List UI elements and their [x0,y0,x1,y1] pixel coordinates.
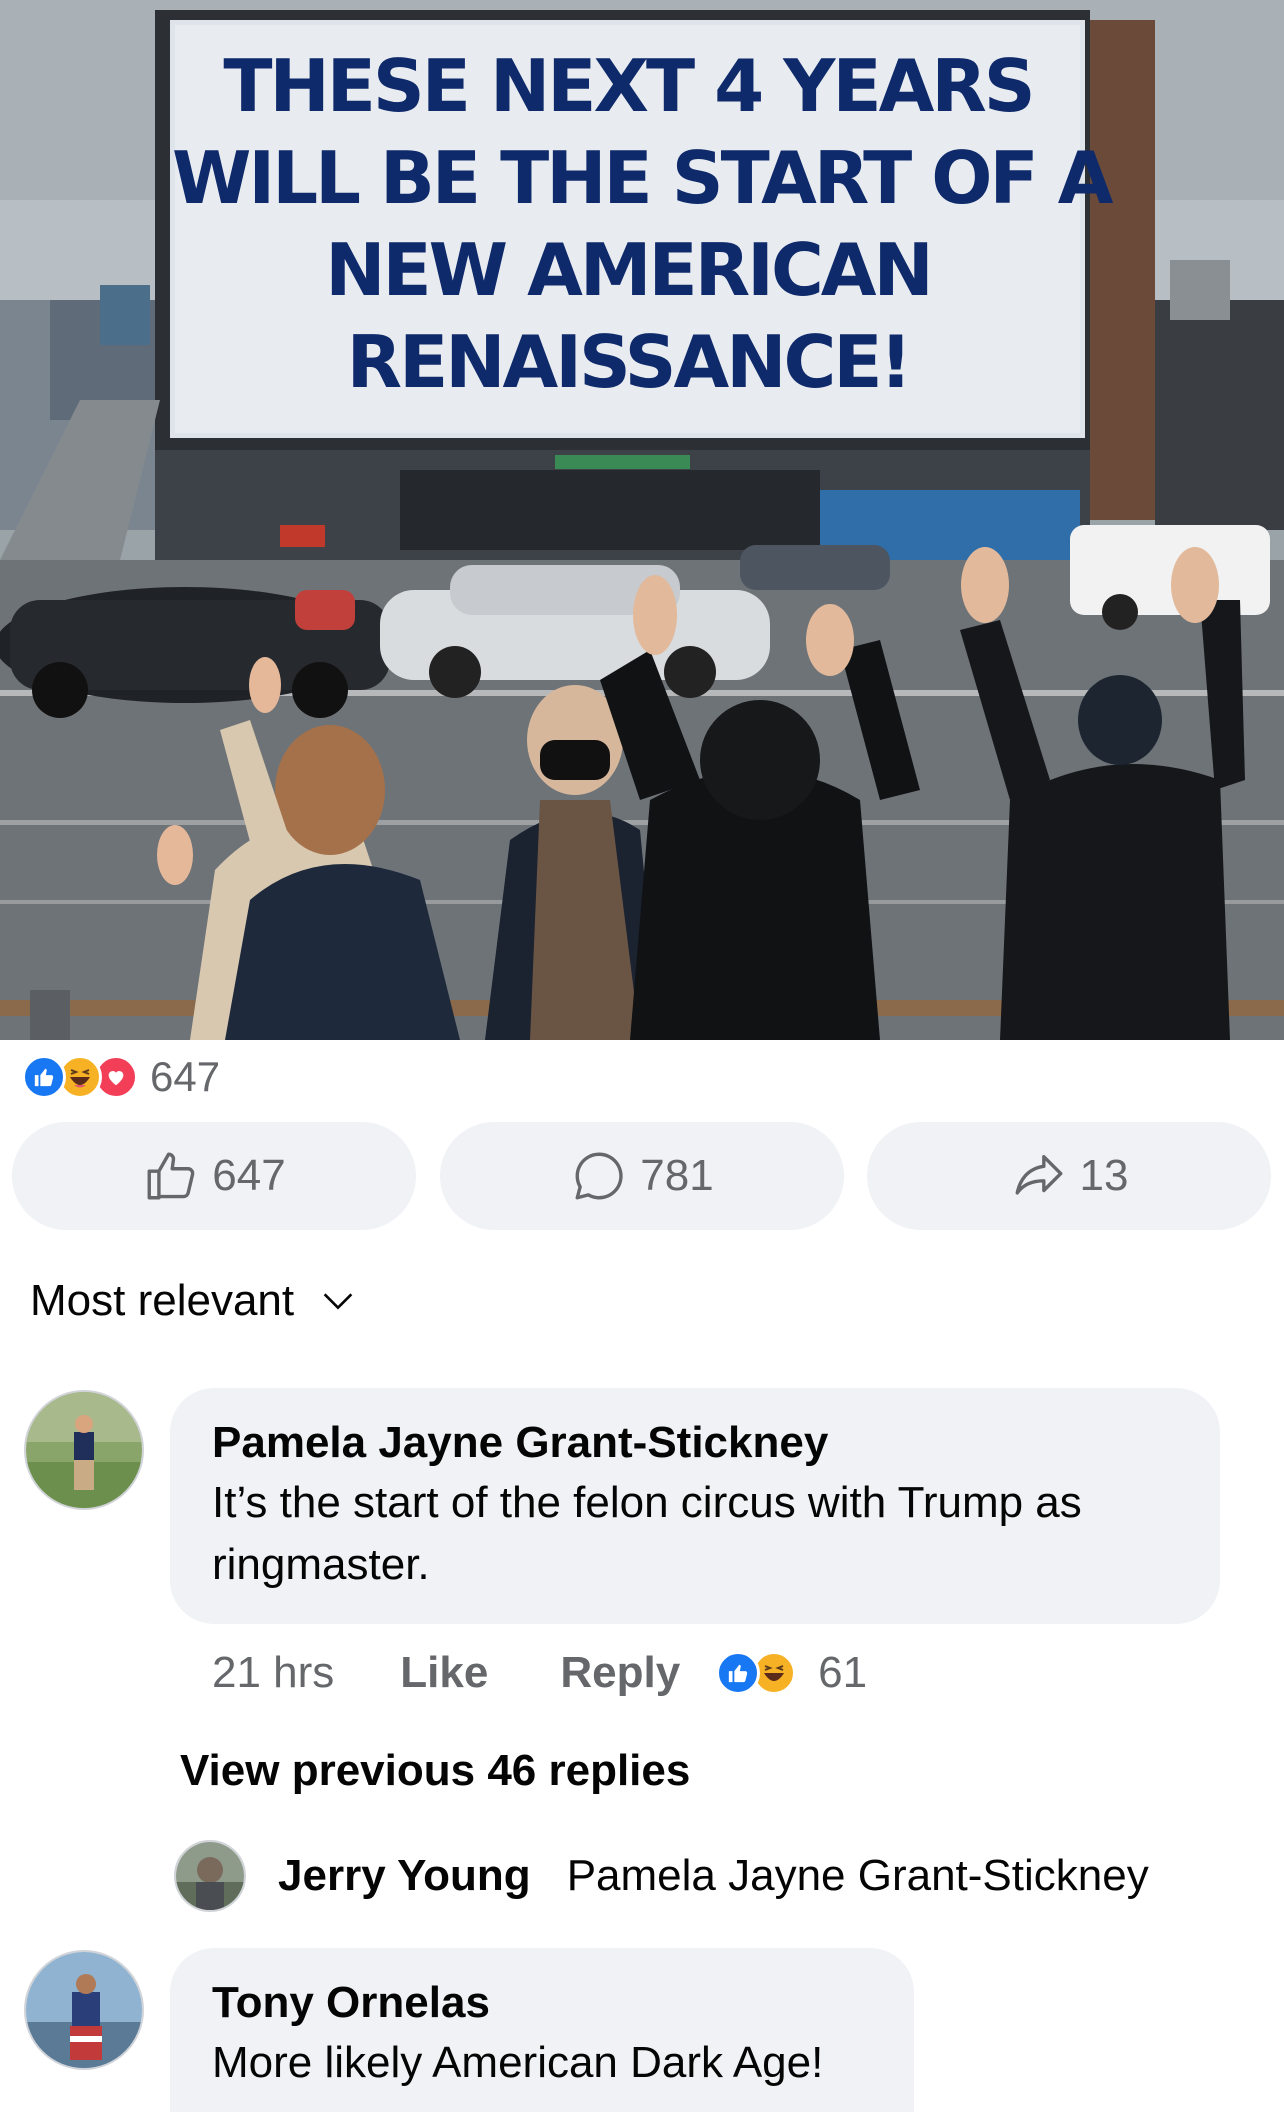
comment-author[interactable]: Pamela Jayne Grant-Stickney [212,1414,1178,1472]
comment-author[interactable]: Tony Ornelas [212,1974,872,2032]
billboard-line: THESE NEXT 4 YEARS [223,44,1035,128]
sort-label: Most relevant [30,1276,295,1325]
billboard-text: THESE NEXT 4 YEARS WILL BE THE START OF … [172,40,1113,408]
view-previous-replies-link[interactable]: View previous 46 replies [180,1746,690,1796]
avatar[interactable] [24,1950,144,2070]
comment-reply-button[interactable]: Reply [560,1648,680,1698]
comment-count: 781 [640,1151,714,1200]
comment-bubble[interactable]: Tony Ornelas More likely American Dark A… [170,1948,914,2112]
like-icon [716,1651,761,1695]
share-button[interactable]: 13 [867,1122,1271,1230]
comment-time[interactable]: 21 hrs [212,1648,334,1698]
like-button[interactable]: 647 [12,1122,416,1230]
comment-text: More likely American Dark Age! [212,2038,824,2087]
avatar[interactable] [174,1840,246,1912]
comment-icon [575,1152,623,1200]
reaction-count: 647 [150,1053,221,1100]
chevron-down-icon [323,1293,353,1310]
comment-button[interactable]: 781 [440,1122,844,1230]
avatar[interactable] [24,1390,144,1510]
comment-text: It’s the start of the felon circus with … [212,1478,1082,1589]
share-count: 13 [1079,1151,1129,1200]
reaction-summary[interactable]: 647 [22,1052,220,1102]
reply-preview[interactable]: Jerry Young Pamela Jayne Grant-Stickney [174,1840,1149,1912]
post-image[interactable]: THESE NEXT 4 YEARS WILL BE THE START OF … [0,0,1284,1040]
share-icon [1015,1154,1062,1195]
comment-meta: 21 hrs Like Reply 61 [212,1648,867,1698]
billboard-line: RENAISSANCE! [346,320,913,404]
reply-author[interactable]: Jerry Young [278,1851,531,1901]
comment-reaction-count[interactable]: 61 [818,1648,867,1698]
comment-sort-dropdown[interactable]: Most relevant [30,1276,358,1326]
comment-like-button[interactable]: Like [400,1648,488,1698]
billboard-line: NEW AMERICAN [325,228,934,312]
reply-text: Pamela Jayne Grant-Stickney [566,1851,1149,1900]
like-count: 647 [212,1151,286,1200]
comment-bubble[interactable]: Pamela Jayne Grant-Stickney It’s the sta… [170,1388,1220,1624]
billboard-line: WILL BE THE START OF A [172,136,1113,220]
like-icon [22,1055,66,1099]
thumbs-up-icon [147,1152,195,1200]
